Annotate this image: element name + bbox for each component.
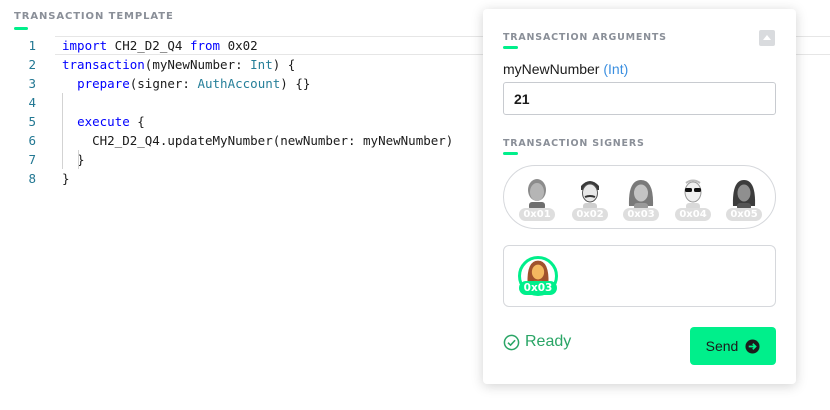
section-title-transaction-template: TRANSACTION TEMPLATE xyxy=(14,11,174,22)
line-number: 7 xyxy=(28,152,36,167)
code-token: (myNewNumber: xyxy=(144,57,251,72)
argument-type: (Int) xyxy=(603,61,629,77)
code-keyword: from xyxy=(189,38,221,53)
avatar-man-short-hair-icon xyxy=(528,179,546,210)
section-title-arguments: TRANSACTION ARGUMENTS xyxy=(503,32,667,43)
code-type: AuthAccount xyxy=(197,76,281,91)
code-token: } xyxy=(62,171,70,186)
signer-avatar-0x03[interactable]: 0x03 xyxy=(621,174,661,222)
code-token: { xyxy=(129,114,145,129)
argument-name: myNewNumber xyxy=(503,61,600,77)
section-title-signers: TRANSACTION SIGNERS xyxy=(503,138,645,149)
signer-avatar-0x04[interactable]: 0x04 xyxy=(673,174,713,222)
argument-input-myNewNumber[interactable] xyxy=(503,82,776,115)
code-type: Int xyxy=(250,57,273,72)
code-text: CH2_D2_Q4.updateMyNumber(newNumber: myNe… xyxy=(62,133,453,148)
line-number: 3 xyxy=(28,76,36,91)
line-number: 5 xyxy=(28,114,36,129)
code-keyword: import xyxy=(62,38,108,53)
line-number: 8 xyxy=(28,171,36,186)
status-ready: Ready xyxy=(503,333,571,351)
collapse-panel-button[interactable] xyxy=(759,30,775,46)
code-token: } xyxy=(62,152,85,167)
signer-address: 0x02 xyxy=(572,208,608,221)
send-button[interactable]: Send xyxy=(690,327,776,365)
code-text: } xyxy=(62,152,85,167)
signer-avatar-0x02[interactable]: 0x02 xyxy=(570,174,610,222)
code-token: CH2_D2_Q4.updateMyNumber(newNumber: myNe… xyxy=(62,133,454,148)
code-text: execute { xyxy=(62,114,145,129)
code-token: (signer: xyxy=(129,76,198,91)
signers-list: 0x01 0x02 0x03 0x04 0x05 xyxy=(503,165,776,229)
code-keyword: execute xyxy=(77,114,130,129)
signer-avatar-0x05[interactable]: 0x05 xyxy=(724,174,764,222)
code-text: import CH2_D2_Q4 from 0x02 xyxy=(62,38,258,53)
check-circle-icon xyxy=(503,334,520,350)
selected-signer-0x03[interactable]: 0x03 xyxy=(516,254,560,298)
code-keyword: prepare xyxy=(77,76,130,91)
code-text: } xyxy=(62,171,70,186)
selected-signer-address: 0x03 xyxy=(519,281,557,295)
code-keyword: transaction xyxy=(62,57,145,72)
code-token: 0x02 xyxy=(220,38,258,53)
code-token: ) {} xyxy=(280,76,311,91)
avatar-man-mustache-icon xyxy=(581,181,599,210)
code-text: transaction(myNewNumber: Int) { xyxy=(62,57,295,72)
code-text: prepare(signer: AuthAccount) {} xyxy=(62,76,310,91)
arrow-right-circle-icon xyxy=(745,338,760,354)
indent-guide xyxy=(78,150,79,169)
avatar-woman-long-hair-icon xyxy=(628,180,654,210)
line-number: 6 xyxy=(28,133,36,148)
signer-address: 0x03 xyxy=(623,208,659,221)
line-number: 4 xyxy=(28,95,36,110)
code-token: ) { xyxy=(272,57,296,72)
title-accent-bar xyxy=(503,152,518,155)
indent-guide xyxy=(62,93,63,169)
signer-address: 0x05 xyxy=(726,208,762,221)
avatar-woman-dark-hair-icon xyxy=(732,180,756,210)
transaction-panel: TRANSACTION ARGUMENTS myNewNumber (Int) … xyxy=(483,9,796,384)
avatar-sunglasses-icon xyxy=(684,179,702,210)
signer-address: 0x04 xyxy=(675,208,711,221)
code-token: CH2_D2_Q4 xyxy=(107,38,190,53)
title-accent-bar xyxy=(503,46,518,49)
signer-address: 0x01 xyxy=(519,208,555,221)
send-label: Send xyxy=(705,338,739,354)
status-text: Ready xyxy=(525,333,572,350)
selected-signers-box[interactable]: 0x03 xyxy=(503,245,776,307)
line-number: 1 xyxy=(28,38,36,53)
title-accent-bar xyxy=(14,27,28,30)
signer-avatar-0x01[interactable]: 0x01 xyxy=(517,174,557,222)
argument-label: myNewNumber (Int) xyxy=(503,61,628,77)
line-number: 2 xyxy=(28,57,36,72)
